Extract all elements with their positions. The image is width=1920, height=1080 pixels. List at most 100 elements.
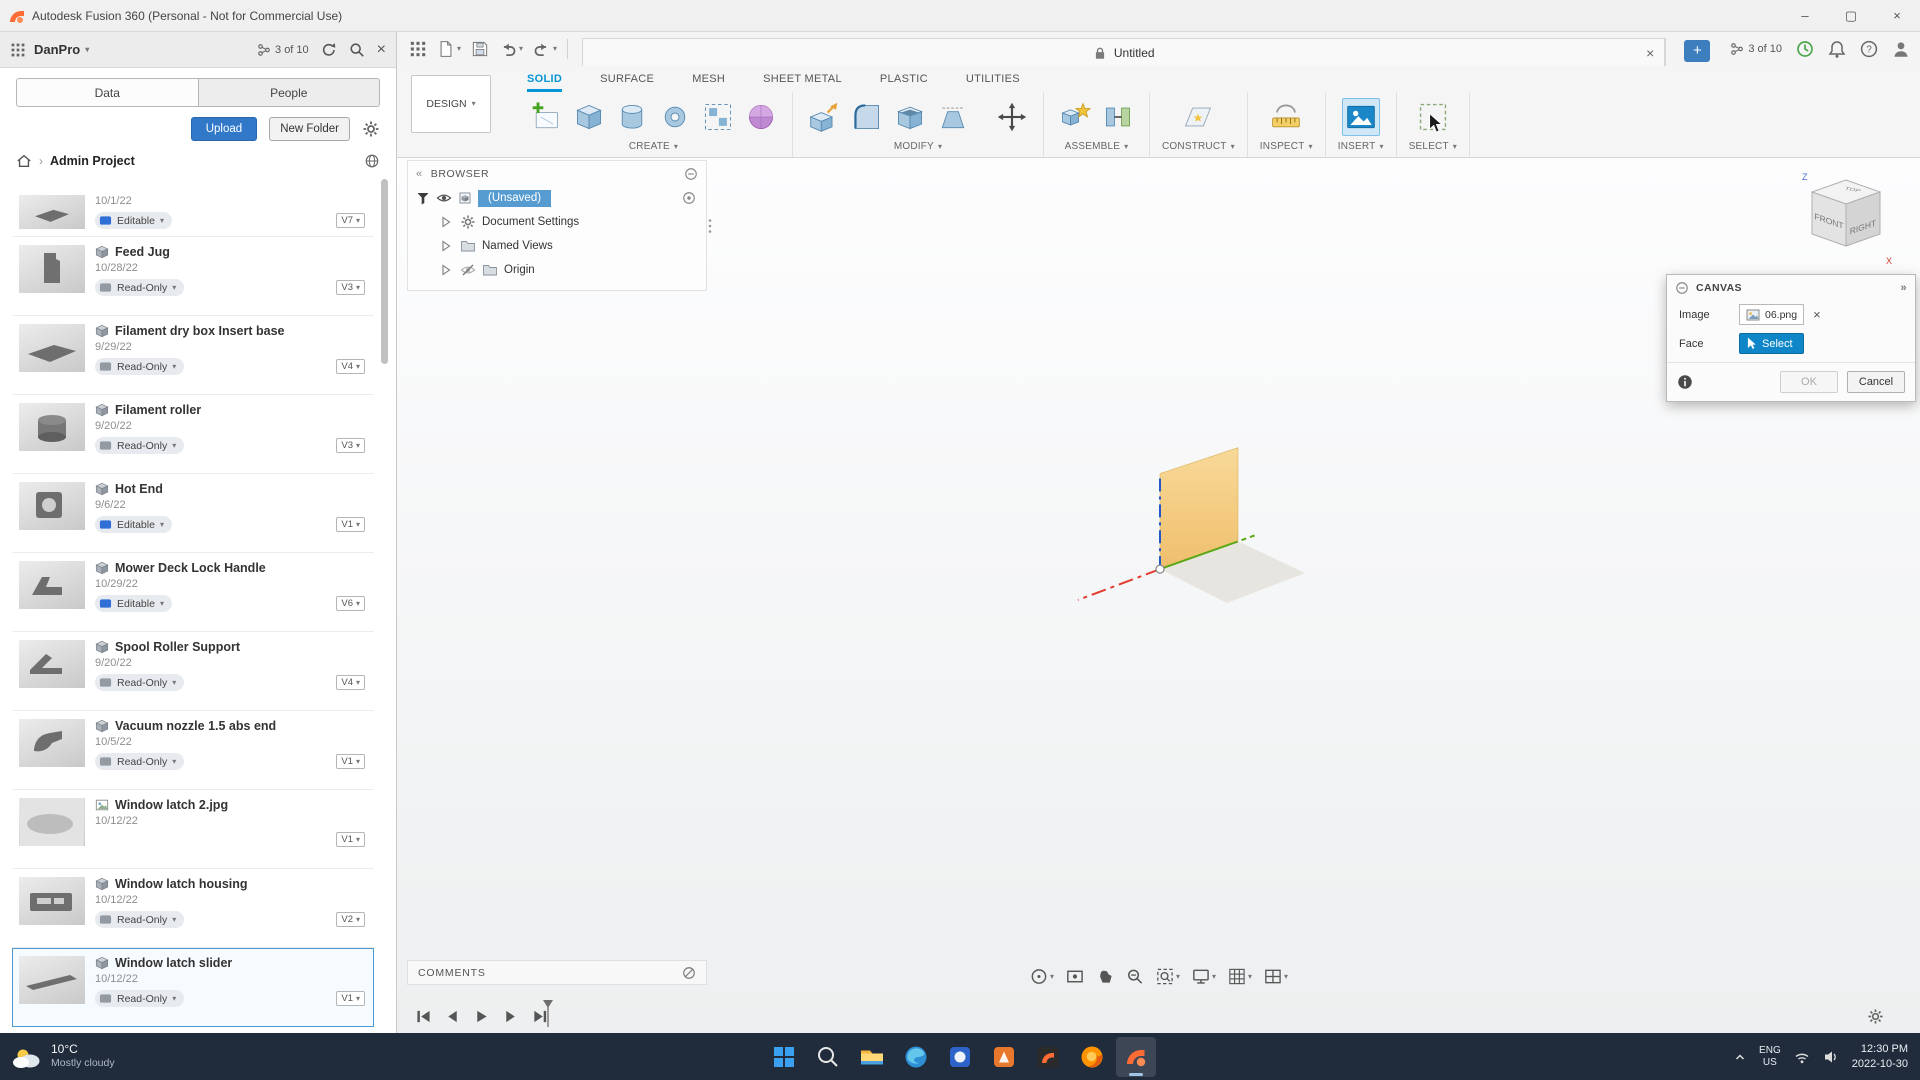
tool-form[interactable] — [742, 98, 780, 136]
version-dropdown[interactable]: V4 ▾ — [336, 675, 365, 690]
app-launcher-icon[interactable] — [409, 40, 427, 58]
group-dropdown-create[interactable]: CREATE ▾ — [629, 141, 678, 157]
document-root-label[interactable]: (Unsaved) — [478, 189, 552, 207]
list-item[interactable]: Hot End 9/6/22 Editable ▾ V1 ▾ — [12, 474, 374, 553]
workspace-dropdown[interactable]: DanPro ▾ — [34, 42, 89, 57]
workspace-switcher-design[interactable]: DESIGN ▾ — [411, 75, 491, 133]
browser-node[interactable]: Named Views — [408, 234, 706, 258]
nav-look-at-button[interactable] — [1065, 967, 1084, 986]
tool-cylinder[interactable] — [613, 98, 651, 136]
list-item[interactable]: Mower Deck Lock Handle 10/29/22 Editable ▾ V… — [12, 553, 374, 632]
status-dropdown[interactable]: Read-Only ▾ — [95, 279, 185, 296]
activate-component-icon[interactable] — [682, 191, 696, 205]
appbar-version-counter[interactable]: 3 of 10 — [1730, 42, 1782, 56]
face-select-button[interactable]: Select — [1739, 333, 1804, 354]
timeline-play-button[interactable] — [473, 1009, 490, 1024]
item-name[interactable]: Filament roller — [115, 403, 201, 417]
new-tab-button[interactable]: + — [1684, 39, 1711, 62]
nav-fit-button[interactable]: ▾ — [1155, 967, 1180, 986]
data-panel-tab-people[interactable]: People — [198, 78, 380, 107]
browser-resize-handle[interactable] — [707, 218, 713, 234]
taskbar-edge-icon[interactable] — [896, 1037, 936, 1077]
tool-shell[interactable] — [891, 98, 929, 136]
item-name[interactable]: Window latch slider — [115, 956, 232, 970]
version-dropdown[interactable]: V1 ▾ — [336, 517, 365, 532]
notifications-bell-icon[interactable] — [1828, 40, 1846, 58]
home-icon[interactable] — [16, 153, 32, 169]
nav-grid-settings-button[interactable]: ▾ — [1227, 967, 1252, 986]
upload-button[interactable]: Upload — [190, 117, 258, 141]
group-dropdown-construct[interactable]: CONSTRUCT ▾ — [1162, 141, 1235, 157]
weather-widget[interactable]: 10°C Mostly cloudy — [12, 1042, 115, 1070]
version-dropdown[interactable]: V1 ▾ — [336, 832, 365, 847]
status-dropdown[interactable]: Read-Only ▾ — [95, 753, 185, 770]
timeline-settings-gear-icon[interactable] — [1867, 1008, 1884, 1025]
save-icon[interactable] — [471, 40, 489, 58]
clear-image-icon[interactable]: × — [1813, 307, 1821, 322]
group-dropdown-assemble[interactable]: ASSEMBLE ▾ — [1065, 141, 1129, 157]
item-name[interactable]: Vacuum nozzle 1.5 abs end — [115, 719, 276, 733]
list-item[interactable]: Vacuum nozzle 1.5 abs end 10/5/22 Read-Onl… — [12, 711, 374, 790]
ribbon-tab-mesh[interactable]: MESH — [692, 66, 725, 92]
list-item[interactable]: Window latch 2.jpg 10/12/22 V1 ▾ — [12, 790, 374, 869]
dialog-collapse-icon[interactable] — [1675, 281, 1689, 295]
job-status-icon[interactable] — [1796, 40, 1814, 58]
canvas-dialog-header[interactable]: CANVAS » — [1667, 275, 1915, 300]
comments-toggle-icon[interactable] — [682, 966, 696, 980]
taskbar-fusion-tile-icon[interactable] — [1028, 1037, 1068, 1077]
timeline-go-to-start-button[interactable] — [415, 1009, 432, 1024]
browser-filter-icon[interactable] — [416, 191, 430, 205]
timeline-position-marker[interactable] — [542, 999, 554, 1027]
app-grid-icon[interactable] — [10, 42, 26, 58]
timeline-step-back-button[interactable] — [444, 1009, 461, 1024]
tool-select[interactable] — [1414, 98, 1452, 136]
tool-fillet[interactable] — [848, 98, 886, 136]
version-dropdown[interactable]: V7 ▾ — [336, 213, 365, 228]
list-item[interactable]: Filament dry box Insert base 9/29/22 Read-… — [12, 316, 374, 395]
list-item[interactable]: Spool Roller Support 9/20/22 Read-Only ▾ V4 ▾ — [12, 632, 374, 711]
cancel-button[interactable]: Cancel — [1847, 371, 1905, 393]
maximize-button[interactable]: ▢ — [1828, 0, 1874, 31]
version-dropdown[interactable]: V1 ▾ — [336, 991, 365, 1006]
browser-display-toggle-icon[interactable] — [684, 167, 698, 181]
status-dropdown[interactable]: Editable ▾ — [95, 212, 172, 229]
tool-move[interactable] — [993, 98, 1031, 136]
ribbon-tab-sheet-metal[interactable]: SHEET METAL — [763, 66, 842, 92]
version-dropdown[interactable]: V3 ▾ — [336, 280, 365, 295]
comments-bar[interactable]: COMMENTS — [407, 960, 707, 985]
nav-orbit-button[interactable]: ▾ — [1029, 967, 1054, 986]
version-dropdown[interactable]: V4 ▾ — [336, 359, 365, 374]
panel-settings-gear-icon[interactable] — [362, 120, 380, 138]
tool-pattern[interactable] — [699, 98, 737, 136]
scrollbar-thumb[interactable] — [381, 179, 388, 364]
ribbon-tab-plastic[interactable]: PLASTIC — [880, 66, 928, 92]
view-cube[interactable]: Z X TOP FRONT RIGHT — [1794, 168, 1898, 272]
tool-create-sketch[interactable] — [527, 98, 565, 136]
image-value-chip[interactable]: 06.png — [1739, 304, 1805, 325]
nav-viewports-button[interactable]: ▾ — [1263, 967, 1288, 986]
taskbar-search-icon[interactable] — [808, 1037, 848, 1077]
tool-box[interactable] — [570, 98, 608, 136]
taskbar-app-blue-icon[interactable] — [940, 1037, 980, 1077]
status-dropdown[interactable]: Read-Only ▾ — [95, 358, 185, 375]
info-icon[interactable] — [1677, 374, 1693, 390]
list-item[interactable]: Window latch housing 10/12/22 Read-Only ▾ V2… — [12, 869, 374, 948]
modeling-viewport[interactable]: Z X TOP FRONT RIGHT « BROWSER (Unsaved) … — [397, 158, 1920, 1033]
document-tab[interactable]: Untitled × — [583, 39, 1666, 66]
item-name[interactable]: Filament dry box Insert base — [115, 324, 285, 338]
tray-overflow-icon[interactable] — [1734, 1051, 1746, 1063]
minimize-button[interactable]: – — [1782, 0, 1828, 31]
breadcrumb-project[interactable]: Admin Project — [50, 154, 135, 168]
taskbar-fusion-360-icon[interactable] — [1116, 1036, 1156, 1077]
tool-new-component[interactable] — [1056, 98, 1094, 136]
undo-button[interactable]: ▾ — [499, 40, 523, 58]
tool-revolve[interactable] — [656, 98, 694, 136]
timeline-step-forward-button[interactable] — [502, 1009, 519, 1024]
ribbon-tab-solid[interactable]: SOLID — [527, 66, 562, 92]
close-panel-icon[interactable]: × — [377, 41, 386, 59]
item-name[interactable]: Mower Deck Lock Handle — [115, 561, 266, 575]
help-icon[interactable]: ? — [1860, 40, 1878, 58]
search-icon[interactable] — [349, 42, 365, 58]
ribbon-tab-utilities[interactable]: UTILITIES — [966, 66, 1020, 92]
list-item[interactable]: 10/1/22 Editable ▾ V7 ▾ — [12, 177, 374, 237]
